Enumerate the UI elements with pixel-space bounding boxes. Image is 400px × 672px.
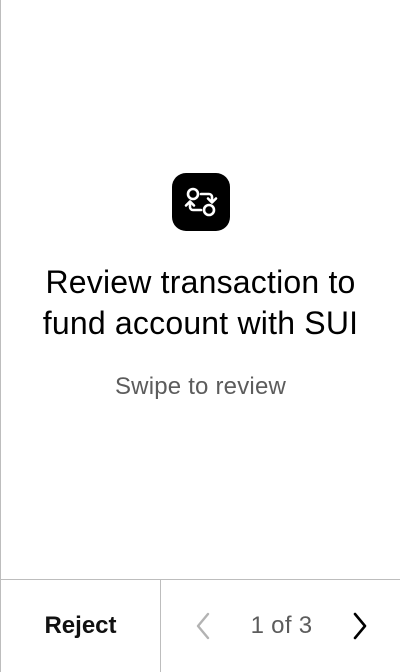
page-indicator: 1 of 3: [250, 612, 313, 639]
review-screen: Review transaction to fund account with …: [0, 0, 400, 672]
pagination: 1 of 3: [161, 580, 400, 672]
chevron-left-icon: [196, 612, 210, 640]
reject-button[interactable]: Reject: [1, 580, 161, 672]
swap-arrows-icon: [171, 173, 230, 231]
review-intro: Review transaction to fund account with …: [1, 173, 400, 402]
swipe-hint: Swipe to review: [114, 373, 287, 400]
next-page-button[interactable]: [348, 610, 372, 642]
footer-bar: Reject 1 of 3: [1, 579, 400, 672]
chevron-right-icon: [353, 612, 367, 640]
previous-page-button[interactable]: [191, 610, 215, 642]
page-title: Review transaction to fund account with …: [42, 264, 359, 341]
